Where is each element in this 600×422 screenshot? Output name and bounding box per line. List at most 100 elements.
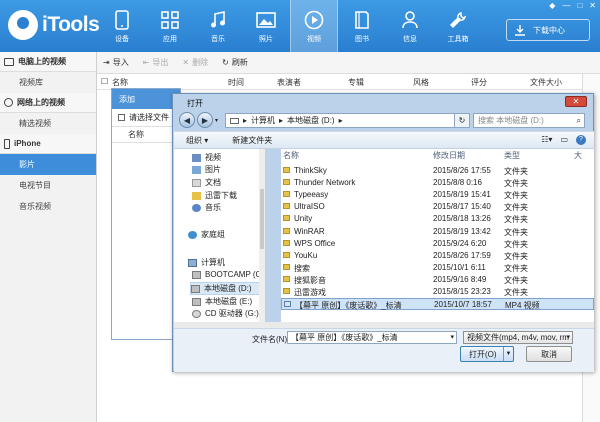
minimize-icon[interactable]: — [562, 1, 570, 10]
file-row[interactable]: WinRAR 2015/8/19 13:42 文件夹 [281, 226, 594, 238]
address-refresh-button[interactable]: ↻ [454, 113, 470, 128]
column-album[interactable]: 专辑 [348, 77, 364, 88]
nav-item-pictures[interactable]: 图片 [192, 164, 221, 175]
file-row[interactable]: YouKu 2015/8/26 17:59 文件夹 [281, 250, 594, 262]
column-rating[interactable]: 评分 [471, 77, 487, 88]
sidebar-section-iphone: iPhone [0, 134, 96, 154]
sidebar-item-video-library[interactable]: 视频库 [0, 72, 96, 93]
file-row[interactable]: 搜狐影音 2015/9/16 8:49 文件夹 [281, 274, 594, 286]
refresh-icon: ↻ [458, 116, 466, 125]
file-row[interactable]: Typeeasy 2015/8/19 15:41 文件夹 [281, 189, 594, 201]
file-row[interactable]: 搜索 2015/10/1 6:11 文件夹 [281, 262, 594, 274]
nav-item-drive-d[interactable]: 本地磁盘 (D:) [190, 282, 262, 295]
sidebar-item-tv-shows[interactable]: 电视节目 [0, 175, 96, 196]
file-list-header-date[interactable]: 修改日期 [433, 150, 465, 162]
address-bar[interactable]: ▸ 计算机 ▸ 本地磁盘 (D:) ▸ [225, 113, 465, 128]
file-row[interactable]: WPS Office 2015/9/24 6:20 文件夹 [281, 238, 594, 250]
nav-device[interactable]: 设备 [98, 0, 146, 52]
sidebar-item-music-videos[interactable]: 音乐视频 [0, 196, 96, 217]
maximize-icon[interactable]: □ [577, 1, 582, 10]
open-button[interactable]: 打开(O) ▼ [460, 346, 514, 362]
download-center-button[interactable]: 下载中心 [506, 19, 590, 41]
homegroup-icon [188, 230, 197, 239]
column-file-size[interactable]: 文件大小 [530, 77, 562, 88]
open-dropdown-icon[interactable]: ▼ [503, 347, 513, 361]
sidebar-item-movies[interactable]: 影片 [0, 154, 96, 175]
navigation-pane-scrollbar[interactable] [259, 149, 265, 322]
forward-button[interactable]: ▶ [197, 112, 213, 128]
dialog-close-button[interactable]: ✕ [565, 96, 587, 107]
file-date: 2015/8/15 23:23 [433, 287, 491, 296]
refresh-button[interactable]: ↻ 刷新 [222, 57, 248, 68]
nav-item-thunder-downloads[interactable]: 迅雷下载 [192, 190, 237, 201]
pin-icon[interactable]: ◆ [549, 1, 555, 10]
sidebar-item-featured-video[interactable]: 精选视频 [0, 113, 96, 134]
nav-video[interactable]: 视频 [290, 0, 338, 52]
scrollbar-thumb[interactable] [260, 189, 264, 249]
file-row[interactable]: Thunder Network 2015/8/8 0:16 文件夹 [281, 177, 594, 189]
column-artist[interactable]: 表演者 [277, 77, 301, 88]
dialog-command-bar: 组织 ▾ 新建文件夹 ☷▾ ▭ ? [174, 131, 594, 149]
nav-books[interactable]: 图书 [338, 0, 386, 52]
file-row-selected[interactable]: 【幕平 原创】《废话歌》_标清 2015/10/7 18:57 MP4 视频 [281, 298, 594, 311]
file-type-select[interactable]: 视频文件(mp4, m4v, mov, rm ▾ [463, 331, 573, 344]
folder-icon [283, 251, 290, 258]
view-options-icon[interactable]: ☷▾ [541, 135, 552, 145]
file-type: 文件夹 [504, 203, 528, 213]
file-list-header-type[interactable]: 类型 [504, 150, 520, 162]
nav-apps[interactable]: 应用 [146, 0, 194, 52]
folder-icon [283, 167, 290, 173]
nav-info[interactable]: 信息 [386, 0, 434, 52]
close-icon[interactable]: ✕ [589, 1, 596, 10]
export-button[interactable]: ⇤ 导出 [143, 57, 169, 68]
file-date: 2015/8/26 17:55 [433, 166, 491, 175]
select-file-button[interactable]: 请选择文件 [112, 109, 180, 127]
help-icon[interactable]: ? [576, 135, 586, 145]
file-type: 文件夹 [504, 167, 528, 176]
file-row[interactable]: 迅雷游戏 2015/8/15 23:23 文件夹 [281, 286, 594, 298]
nav-item-music[interactable]: 音乐 [192, 202, 221, 213]
nav-item-videos[interactable]: 视频 [192, 152, 221, 163]
cancel-button[interactable]: 取消 [526, 346, 572, 362]
new-folder-button[interactable]: 新建文件夹 [232, 135, 272, 146]
column-select-checkbox[interactable]: ☐ [101, 77, 108, 86]
column-genre[interactable]: 风格 [413, 77, 429, 88]
search-input[interactable]: 搜索 本地磁盘 (D:) ⌕ [473, 113, 585, 128]
nav-photos[interactable]: 照片 [242, 0, 290, 52]
nav-item-computer[interactable]: 计算机 [188, 257, 225, 268]
file-list-header-size[interactable]: 大 [574, 150, 582, 162]
chevron-down-icon[interactable]: ▾ [450, 333, 454, 341]
nav-toolbox[interactable]: 工具箱 [434, 0, 482, 52]
computer-icon [188, 258, 197, 267]
file-type: 文件夹 [504, 263, 528, 273]
file-row[interactable]: ThinkSky 2015/8/26 17:55 文件夹 [281, 165, 594, 177]
preview-pane-icon[interactable]: ▭ [560, 135, 568, 145]
organize-menu[interactable]: 组织 ▾ [186, 135, 208, 146]
nav-item-drive-c[interactable]: BOOTCAMP (C: [192, 270, 263, 279]
folder-icon [283, 215, 290, 222]
nav-item-homegroup[interactable]: 家庭组 [188, 229, 225, 240]
nav-item-cd-drive-g[interactable]: CD 驱动器 (G:) [192, 308, 259, 319]
import-button[interactable]: ⇥ 导入 [103, 57, 129, 68]
nav-item-documents[interactable]: 文档 [192, 177, 221, 188]
column-name[interactable]: 名称 [112, 77, 128, 88]
refresh-icon: ↻ [222, 58, 229, 67]
file-list: 名称 修改日期 类型 大 ThinkSky 2015/8/26 17:55 文件夹 T… [281, 149, 594, 322]
nav-music[interactable]: 音乐 [194, 0, 242, 52]
file-date: 2015/10/1 6:11 [433, 262, 486, 272]
filename-input[interactable]: 【幕平 原创】《废话歌》_标清 ▾ [287, 331, 457, 344]
file-row[interactable]: Unity 2015/8/18 13:26 文件夹 [281, 213, 594, 225]
back-button[interactable]: ◀ [179, 112, 195, 128]
dialog-title: 打开 [187, 99, 203, 108]
nav-item-drive-e[interactable]: 本地磁盘 (E:) [192, 296, 252, 307]
delete-button[interactable]: ✕ 删除 [182, 57, 208, 68]
history-dropdown-icon[interactable]: ▾ [215, 117, 218, 128]
address-crumb-drive-d[interactable]: 本地磁盘 (D:) [287, 115, 335, 126]
top-bar: iTools 设备 应用 音乐 照片 视频 图书 信息 工具箱 ◆ — □ ✕ … [0, 0, 600, 52]
file-list-header-name[interactable]: 名称 [283, 150, 299, 162]
file-type: 文件夹 [504, 239, 528, 249]
add-window-column-name: 名称 [112, 127, 180, 143]
address-crumb-computer[interactable]: 计算机 [251, 115, 275, 126]
column-time[interactable]: 时间 [228, 77, 244, 88]
file-row[interactable]: UltraISO 2015/8/17 15:40 文件夹 [281, 201, 594, 213]
